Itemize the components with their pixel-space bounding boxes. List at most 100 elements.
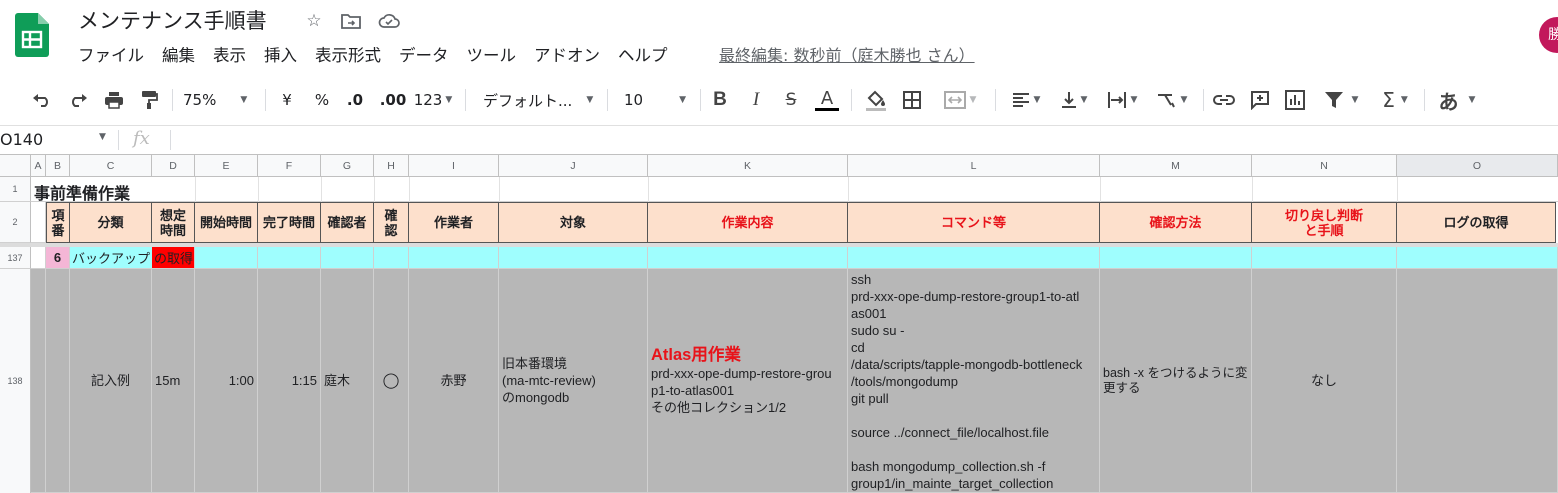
more-formats-button[interactable]: 123 ▼ bbox=[412, 88, 454, 112]
cell[interactable] bbox=[258, 247, 321, 269]
header-commands[interactable]: コマンド等 bbox=[848, 202, 1100, 243]
menu-view[interactable]: 表示 bbox=[213, 44, 246, 68]
sheets-logo-icon[interactable] bbox=[15, 13, 49, 57]
select-all-corner[interactable] bbox=[0, 155, 31, 177]
row-header[interactable]: 2 bbox=[0, 202, 31, 243]
verify-method-cell[interactable]: bash -x をつけるように変 更する bbox=[1100, 269, 1252, 493]
column-header[interactable]: M bbox=[1100, 155, 1252, 177]
confirm-cell[interactable]: ◯ bbox=[374, 269, 409, 493]
document-title[interactable]: メンテナンス手順書 bbox=[78, 6, 267, 36]
worker-cell[interactable]: 赤野 bbox=[409, 269, 499, 493]
redo-icon[interactable] bbox=[66, 88, 90, 112]
column-header[interactable]: F bbox=[258, 155, 321, 177]
column-header[interactable]: G bbox=[321, 155, 374, 177]
star-icon[interactable]: ☆ bbox=[303, 10, 325, 32]
end-time-cell[interactable]: 1:15 bbox=[258, 269, 321, 493]
header-est-time[interactable]: 想定 時間 bbox=[152, 202, 195, 243]
menu-data[interactable]: データ bbox=[399, 44, 449, 68]
column-header[interactable]: H bbox=[374, 155, 409, 177]
est-time-cell[interactable]: 15m bbox=[152, 269, 195, 493]
move-folder-icon[interactable] bbox=[340, 10, 362, 32]
row-header[interactable]: 1 bbox=[0, 177, 31, 202]
column-header[interactable]: L bbox=[848, 155, 1100, 177]
cell[interactable] bbox=[1252, 247, 1397, 269]
target-cell[interactable]: 旧本番環境 (ma-mtc-review) のmongodb bbox=[499, 269, 648, 493]
menu-file[interactable]: ファイル bbox=[78, 44, 144, 68]
menu-format[interactable]: 表示形式 bbox=[315, 44, 381, 68]
item-number-cell[interactable]: 6 bbox=[46, 247, 70, 269]
column-header[interactable]: D bbox=[152, 155, 195, 177]
header-rollback[interactable]: 切り戻し判断 と手順 bbox=[1252, 202, 1397, 243]
bold-button[interactable]: B bbox=[710, 88, 730, 112]
insert-link-icon[interactable] bbox=[1212, 88, 1236, 112]
command-cell[interactable]: ssh prd-xxx-ope-dump-restore-group1-to-a… bbox=[848, 269, 1100, 493]
paint-format-icon[interactable] bbox=[137, 88, 161, 112]
undo-icon[interactable] bbox=[30, 88, 54, 112]
header-target[interactable]: 対象 bbox=[499, 202, 648, 243]
text-rotation-icon[interactable]: ▼ bbox=[1150, 88, 1192, 112]
increase-decimal-button[interactable]: .00 bbox=[378, 88, 408, 112]
fill-color-icon[interactable] bbox=[863, 88, 889, 112]
vertical-align-icon[interactable]: ▼ bbox=[1054, 88, 1094, 112]
header-work-content[interactable]: 作業内容 bbox=[648, 202, 848, 243]
header-verify-method[interactable]: 確認方法 bbox=[1100, 202, 1252, 243]
avatar[interactable]: 勝 bbox=[1539, 17, 1558, 53]
menu-tools[interactable]: ツール bbox=[467, 44, 517, 68]
category-tag-cell[interactable]: の取得 bbox=[152, 247, 195, 269]
category-cell[interactable]: 記入例 bbox=[70, 269, 152, 493]
italic-button[interactable]: I bbox=[746, 88, 766, 112]
log-cell[interactable] bbox=[1397, 269, 1558, 493]
zoom-select[interactable]: 75% ▼ bbox=[183, 88, 255, 112]
text-wrap-icon[interactable]: ▼ bbox=[1101, 88, 1143, 112]
column-header[interactable]: N bbox=[1252, 155, 1397, 177]
cloud-saved-icon[interactable] bbox=[378, 10, 400, 32]
row-header[interactable]: 138 bbox=[0, 269, 31, 493]
print-icon[interactable] bbox=[102, 88, 126, 112]
font-size-select[interactable]: 10 ▼ bbox=[624, 88, 690, 112]
checker-cell[interactable]: 庭木 bbox=[321, 269, 374, 493]
column-header[interactable]: C bbox=[70, 155, 152, 177]
header-item-no[interactable]: 項 番 bbox=[46, 202, 70, 243]
decrease-decimal-button[interactable]: .0 bbox=[342, 88, 368, 112]
cell[interactable] bbox=[848, 247, 1100, 269]
rollback-cell[interactable]: なし bbox=[1252, 269, 1397, 493]
header-end-time[interactable]: 完了時間 bbox=[258, 202, 321, 243]
text-color-button[interactable]: A bbox=[814, 88, 840, 112]
chevron-down-icon[interactable]: ▼ bbox=[99, 132, 106, 142]
header-worker[interactable]: 作業者 bbox=[409, 202, 499, 243]
cell[interactable] bbox=[648, 247, 848, 269]
column-header[interactable]: O bbox=[1397, 155, 1558, 177]
menu-addons[interactable]: アドオン bbox=[534, 44, 600, 68]
cell[interactable] bbox=[1397, 247, 1558, 269]
column-header[interactable]: I bbox=[409, 155, 499, 177]
row-1-cells[interactable] bbox=[31, 177, 1558, 202]
header-start-time[interactable]: 開始時間 bbox=[195, 202, 258, 243]
header-confirm[interactable]: 確 認 bbox=[374, 202, 409, 243]
font-family-select[interactable]: デフォルト... ▼ bbox=[483, 88, 598, 112]
horizontal-align-icon[interactable]: ▼ bbox=[1006, 88, 1046, 112]
column-header[interactable]: B bbox=[46, 155, 70, 177]
cell[interactable] bbox=[321, 247, 374, 269]
name-box[interactable]: O140 bbox=[0, 130, 43, 150]
formula-input[interactable] bbox=[178, 129, 1548, 151]
cell[interactable] bbox=[499, 247, 648, 269]
menu-edit[interactable]: 編集 bbox=[162, 44, 195, 68]
header-log[interactable]: ログの取得 bbox=[1397, 202, 1556, 243]
currency-button[interactable]: ¥ bbox=[277, 88, 297, 112]
column-header[interactable]: J bbox=[499, 155, 648, 177]
header-checker[interactable]: 確認者 bbox=[321, 202, 374, 243]
cell[interactable] bbox=[31, 269, 46, 493]
functions-icon[interactable]: Σ ▼ bbox=[1375, 88, 1415, 112]
row-header[interactable]: 137 bbox=[0, 247, 31, 269]
column-header[interactable]: A bbox=[31, 155, 46, 177]
column-header[interactable]: K bbox=[648, 155, 848, 177]
cell[interactable] bbox=[31, 247, 46, 269]
filter-icon[interactable]: ▼ bbox=[1319, 88, 1363, 112]
last-edit-link[interactable]: 最終編集: 数秒前（庭木勝也 さん） bbox=[719, 44, 975, 68]
start-time-cell[interactable]: 1:00 bbox=[195, 269, 258, 493]
header-category[interactable]: 分類 bbox=[70, 202, 152, 243]
column-header[interactable]: E bbox=[195, 155, 258, 177]
insert-comment-icon[interactable] bbox=[1248, 88, 1272, 112]
cell[interactable] bbox=[46, 269, 70, 493]
percent-button[interactable]: % bbox=[312, 88, 332, 112]
